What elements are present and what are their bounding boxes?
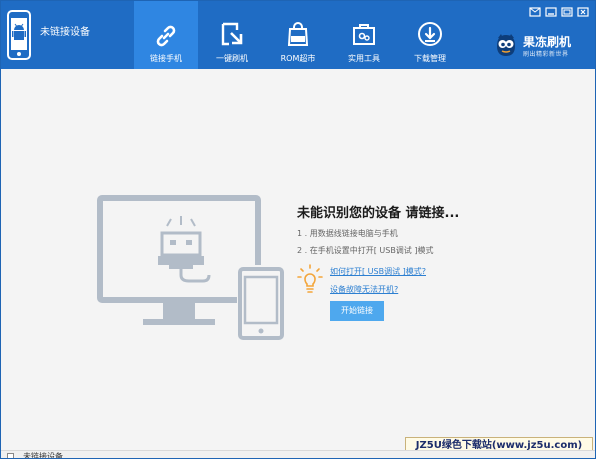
tab-label: 链接手机 [150, 54, 182, 63]
tab-link-phone[interactable]: 链接手机 [134, 1, 198, 69]
tab-utilities[interactable]: 实用工具 [332, 1, 396, 69]
brand-name: 果冻刷机 [523, 35, 572, 49]
brand-slogan: 刷出精彩新世界 [523, 51, 569, 58]
instruction-step-1: 1 . 用数据线链接电脑与手机 [297, 229, 398, 238]
lightbulb-icon [297, 264, 323, 293]
tab-one-click-flash[interactable]: 一键刷机 [200, 1, 264, 69]
status-bar: 未链接设备 [1, 450, 595, 459]
instruction-step-2: 2 . 在手机设置中打开[ USB调试 ]模式 [297, 246, 434, 255]
usb-debug-help-link[interactable]: 如何打开[ USB调试 ]模式? [330, 266, 426, 277]
minimize-icon[interactable] [545, 7, 557, 17]
close-icon[interactable] [577, 7, 589, 17]
app-window: 未链接设备 链接手机 一键刷机 ROM超市 实用工具 下载管理 果冻刷机 刷出精… [0, 0, 596, 459]
message-icon[interactable] [529, 7, 541, 17]
tab-rom-market[interactable]: ROM超市 [266, 1, 330, 69]
link-icon [156, 25, 176, 47]
brand-logo-area: 果冻刷机 刷出精彩新世界 [493, 29, 585, 63]
page-title: 未能识别您的设备 请链接... [297, 206, 460, 221]
tab-label: 实用工具 [348, 54, 380, 63]
flash-download-icon [221, 22, 243, 46]
tab-label: 一键刷机 [216, 54, 248, 63]
usb-connector-icon [158, 216, 211, 283]
device-wont-boot-link[interactable]: 设备故障无法开机? [330, 284, 398, 295]
rom-bag-icon [287, 22, 309, 46]
android-phone-icon [7, 10, 31, 60]
jelly-mascot-icon [497, 34, 515, 56]
device-status-label: 未链接设备 [40, 27, 90, 38]
status-text: 未链接设备 [23, 452, 63, 459]
window-controls [529, 7, 589, 19]
maximize-icon[interactable] [561, 7, 573, 17]
tab-download-manager[interactable]: 下载管理 [398, 1, 462, 69]
tab-label: ROM超市 [280, 54, 316, 63]
start-connect-button[interactable]: 开始链接 [330, 301, 384, 321]
download-icon [418, 22, 442, 46]
header-bar: 未链接设备 链接手机 一键刷机 ROM超市 实用工具 下载管理 果冻刷机 刷出精… [1, 1, 595, 69]
smartphone-icon [237, 265, 285, 341]
status-indicator-icon [7, 453, 14, 458]
tab-label: 下载管理 [414, 54, 446, 63]
device-status-area[interactable]: 未链接设备 [1, 1, 133, 69]
device-connection-illustration [97, 195, 285, 341]
toolbox-icon [353, 24, 375, 45]
